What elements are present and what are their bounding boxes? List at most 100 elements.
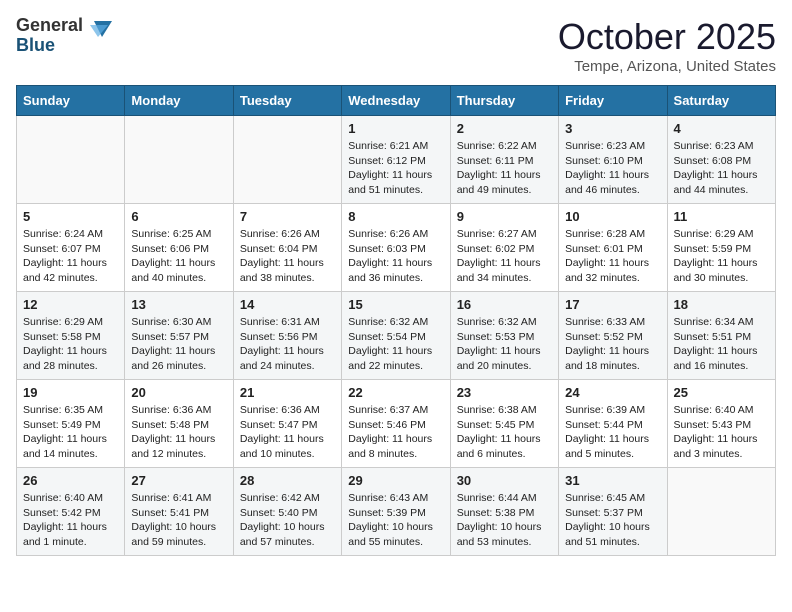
- calendar-cell: 7 Sunrise: 6:26 AMSunset: 6:04 PMDaylight…: [233, 204, 341, 292]
- day-number: 2: [457, 121, 552, 136]
- day-info: Sunrise: 6:45 AMSunset: 5:37 PMDaylight:…: [565, 491, 660, 550]
- col-tuesday: Tuesday: [233, 86, 341, 116]
- day-number: 18: [674, 297, 769, 312]
- day-info: Sunrise: 6:24 AMSunset: 6:07 PMDaylight:…: [23, 227, 118, 286]
- day-number: 25: [674, 385, 769, 400]
- day-number: 21: [240, 385, 335, 400]
- day-number: 6: [131, 209, 226, 224]
- calendar-cell: 20 Sunrise: 6:36 AMSunset: 5:48 PMDayligh…: [125, 380, 233, 468]
- calendar-cell: 28Sunrise: 6:42 AMSunset: 5:40 PMDayligh…: [233, 468, 341, 556]
- col-sunday: Sunday: [17, 86, 125, 116]
- day-info: Sunrise: 6:40 AMSunset: 5:43 PMDaylight:…: [674, 403, 769, 462]
- day-number: 27: [131, 473, 226, 488]
- day-info: Sunrise: 6:36 AMSunset: 5:48 PMDaylight:…: [131, 403, 226, 462]
- day-info: Sunrise: 6:25 AMSunset: 6:06 PMDaylight:…: [131, 227, 226, 286]
- calendar-cell: 9Sunrise: 6:27 AMSunset: 6:02 PMDaylight…: [450, 204, 558, 292]
- calendar-cell: [17, 116, 125, 204]
- day-info: Sunrise: 6:26 AMSunset: 6:03 PMDaylight:…: [348, 227, 443, 286]
- col-saturday: Saturday: [667, 86, 775, 116]
- calendar-cell: 23 Sunrise: 6:38 AMSunset: 5:45 PMDayligh…: [450, 380, 558, 468]
- day-info: Sunrise: 6:33 AMSunset: 5:52 PMDaylight:…: [565, 315, 660, 374]
- day-info: Sunrise: 6:37 AMSunset: 5:46 PMDaylight:…: [348, 403, 443, 462]
- day-number: 14: [240, 297, 335, 312]
- day-number: 8: [348, 209, 443, 224]
- logo-blue-text: Blue: [16, 35, 55, 55]
- day-number: 11: [674, 209, 769, 224]
- day-info: Sunrise: 6:44 AMSunset: 5:38 PMDaylight:…: [457, 491, 552, 550]
- day-number: 9: [457, 209, 552, 224]
- calendar-cell: 11Sunrise: 6:29 AMSunset: 5:59 PMDayligh…: [667, 204, 775, 292]
- header-row: Sunday Monday Tuesday Wednesday Thursday…: [17, 86, 776, 116]
- calendar-cell: [233, 116, 341, 204]
- calendar-cell: 24Sunrise: 6:39 AMSunset: 5:44 PMDayligh…: [559, 380, 667, 468]
- day-info: Sunrise: 6:21 AMSunset: 6:12 PMDaylight:…: [348, 139, 443, 198]
- calendar-cell: 5 Sunrise: 6:24 AMSunset: 6:07 PMDaylight…: [17, 204, 125, 292]
- day-number: 23: [457, 385, 552, 400]
- calendar-cell: 17Sunrise: 6:33 AMSunset: 5:52 PMDayligh…: [559, 292, 667, 380]
- header: General Blue October 2025 Tempe, Arizona…: [16, 16, 776, 75]
- day-info: Sunrise: 6:26 AMSunset: 6:04 PMDaylight:…: [240, 227, 335, 286]
- calendar-cell: 3 Sunrise: 6:23 AMSunset: 6:10 PMDaylight…: [559, 116, 667, 204]
- calendar-cell: 21Sunrise: 6:36 AMSunset: 5:47 PMDayligh…: [233, 380, 341, 468]
- week-row-3: 12 Sunrise: 6:29 AMSunset: 5:58 PMDayligh…: [17, 292, 776, 380]
- day-number: 31: [565, 473, 660, 488]
- week-row-2: 5 Sunrise: 6:24 AMSunset: 6:07 PMDaylight…: [17, 204, 776, 292]
- calendar-cell: [125, 116, 233, 204]
- day-info: Sunrise: 6:28 AMSunset: 6:01 PMDaylight:…: [565, 227, 660, 286]
- day-number: 4: [674, 121, 769, 136]
- day-number: 15: [348, 297, 443, 312]
- day-info: Sunrise: 6:35 AMSunset: 5:49 PMDaylight:…: [23, 403, 118, 462]
- calendar-subtitle: Tempe, Arizona, United States: [558, 58, 776, 75]
- day-info: Sunrise: 6:31 AMSunset: 5:56 PMDaylight:…: [240, 315, 335, 374]
- logo-blue-icon: [84, 19, 108, 35]
- day-number: 16: [457, 297, 552, 312]
- day-number: 7: [240, 209, 335, 224]
- day-info: Sunrise: 6:43 AMSunset: 5:39 PMDaylight:…: [348, 491, 443, 550]
- calendar-cell: 12 Sunrise: 6:29 AMSunset: 5:58 PMDayligh…: [17, 292, 125, 380]
- day-number: 12: [23, 297, 118, 312]
- week-row-1: 1 Sunrise: 6:21 AMSunset: 6:12 PMDaylight…: [17, 116, 776, 204]
- day-info: Sunrise: 6:42 AMSunset: 5:40 PMDaylight:…: [240, 491, 335, 550]
- logo: General Blue: [16, 16, 109, 56]
- calendar-table: Sunday Monday Tuesday Wednesday Thursday…: [16, 85, 776, 556]
- day-info: Sunrise: 6:23 AMSunset: 6:10 PMDaylight:…: [565, 139, 660, 198]
- day-number: 22: [348, 385, 443, 400]
- day-info: Sunrise: 6:38 AMSunset: 5:45 PMDaylight:…: [457, 403, 552, 462]
- title-section: October 2025 Tempe, Arizona, United Stat…: [558, 16, 776, 75]
- day-number: 19: [23, 385, 118, 400]
- day-info: Sunrise: 6:30 AMSunset: 5:57 PMDaylight:…: [131, 315, 226, 374]
- day-info: Sunrise: 6:22 AMSunset: 6:11 PMDaylight:…: [457, 139, 552, 198]
- calendar-cell: 15Sunrise: 6:32 AMSunset: 5:54 PMDayligh…: [342, 292, 450, 380]
- calendar-cell: 31 Sunrise: 6:45 AMSunset: 5:37 PMDayligh…: [559, 468, 667, 556]
- calendar-cell: 27Sunrise: 6:41 AMSunset: 5:41 PMDayligh…: [125, 468, 233, 556]
- day-number: 1: [348, 121, 443, 136]
- calendar-cell: 26Sunrise: 6:40 AMSunset: 5:42 PMDayligh…: [17, 468, 125, 556]
- day-info: Sunrise: 6:29 AMSunset: 5:58 PMDaylight:…: [23, 315, 118, 374]
- calendar-cell: 1 Sunrise: 6:21 AMSunset: 6:12 PMDaylight…: [342, 116, 450, 204]
- week-row-4: 19 Sunrise: 6:35 AMSunset: 5:49 PMDayligh…: [17, 380, 776, 468]
- calendar-cell: 25 Sunrise: 6:40 AMSunset: 5:43 PMDayligh…: [667, 380, 775, 468]
- day-number: 30: [457, 473, 552, 488]
- col-friday: Friday: [559, 86, 667, 116]
- logo-general: General: [16, 15, 83, 35]
- col-monday: Monday: [125, 86, 233, 116]
- col-wednesday: Wednesday: [342, 86, 450, 116]
- calendar-cell: 29 Sunrise: 6:43 AMSunset: 5:39 PMDayligh…: [342, 468, 450, 556]
- day-number: 3: [565, 121, 660, 136]
- calendar-cell: 22 Sunrise: 6:37 AMSunset: 5:46 PMDayligh…: [342, 380, 450, 468]
- calendar-cell: 14 Sunrise: 6:31 AMSunset: 5:56 PMDayligh…: [233, 292, 341, 380]
- day-info: Sunrise: 6:34 AMSunset: 5:51 PMDaylight:…: [674, 315, 769, 374]
- day-number: 10: [565, 209, 660, 224]
- calendar-cell: 19 Sunrise: 6:35 AMSunset: 5:49 PMDayligh…: [17, 380, 125, 468]
- day-number: 20: [131, 385, 226, 400]
- logo-text: General Blue: [16, 16, 109, 56]
- calendar-cell: 18 Sunrise: 6:34 AMSunset: 5:51 PMDayligh…: [667, 292, 775, 380]
- day-info: Sunrise: 6:32 AMSunset: 5:53 PMDaylight:…: [457, 315, 552, 374]
- calendar-cell: 6 Sunrise: 6:25 AMSunset: 6:06 PMDaylight…: [125, 204, 233, 292]
- day-number: 5: [23, 209, 118, 224]
- calendar-cell: 4Sunrise: 6:23 AMSunset: 6:08 PMDaylight…: [667, 116, 775, 204]
- day-info: Sunrise: 6:40 AMSunset: 5:42 PMDaylight:…: [23, 491, 118, 550]
- calendar-cell: [667, 468, 775, 556]
- day-number: 24: [565, 385, 660, 400]
- day-number: 29: [348, 473, 443, 488]
